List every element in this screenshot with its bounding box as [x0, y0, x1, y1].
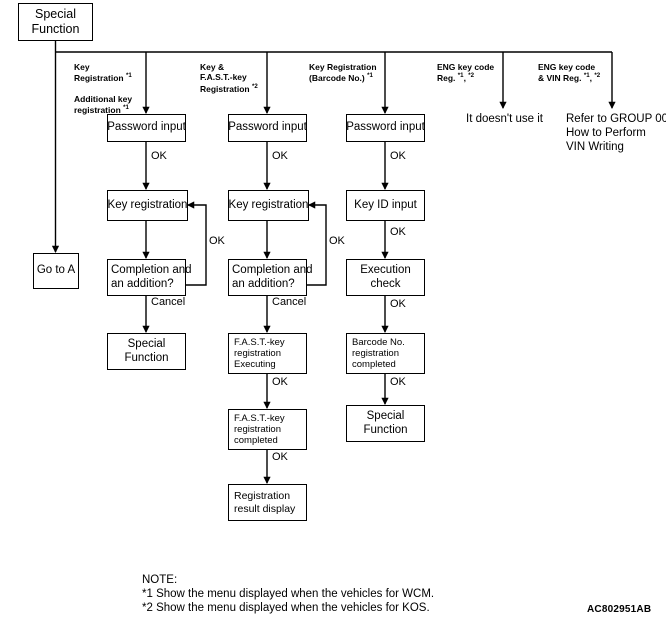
note-line-2: *2 Show the menu displayed when the vehi…: [142, 602, 430, 614]
node-c3-barcode-registration-completed[interactable]: Barcode No. registration completed: [346, 333, 425, 374]
edge-label-c3-ok-1: OK: [390, 150, 406, 162]
node-c2-fast-key-registration-completed[interactable]: F.A.S.T.-key registration completed: [228, 409, 307, 450]
node-c3-key-id-input[interactable]: Key ID input: [346, 190, 425, 221]
node-c2-password-input[interactable]: Password input: [228, 114, 307, 142]
node-label: Execution: [360, 263, 411, 276]
node-label: Function: [124, 351, 169, 364]
edge-label-c1-ok-1: OK: [151, 150, 167, 162]
node-label: Special: [35, 7, 76, 22]
node-label: Function: [363, 423, 408, 436]
node-c2-fast-key-registration-executing[interactable]: F.A.S.T.-key registration Executing: [228, 333, 307, 374]
edge-label-c2-ok-loop: OK: [329, 235, 345, 247]
edge-label-c1-cancel: Cancel: [151, 296, 186, 308]
edge-label-c2-ok-2: OK: [272, 376, 288, 388]
branch-label-eng-key-code-reg: ENG key code Reg. *1, *2: [437, 62, 495, 84]
branch-label-eng-key-code-vin-reg: ENG key code & VIN Reg. *1, *2: [538, 62, 601, 84]
edge-label-c2-cancel: Cancel: [272, 296, 307, 308]
node-label: Special: [366, 409, 405, 422]
terminal-refer-to-group-00: Refer to GROUP 00 How to Perform VIN Wri…: [566, 112, 666, 154]
node-special-function-root[interactable]: Special Function: [18, 3, 93, 41]
edge-label-c2-ok-1: OK: [272, 150, 288, 162]
figure-code: AC802951AB: [587, 604, 652, 615]
node-label: Key registration: [228, 198, 309, 211]
branch-label-key-registration-barcode: Key Registration (Barcode No.) *1: [309, 62, 377, 84]
node-label: completed: [352, 359, 396, 371]
node-c2-registration-result-display[interactable]: Registration result display: [228, 484, 307, 521]
node-c3-password-input[interactable]: Password input: [346, 114, 425, 142]
node-label: check: [370, 277, 401, 290]
terminal-it-doesnt-use-it: It doesn't use it: [466, 113, 543, 125]
flowchart-canvas: Special Function Key Registration *1 Add…: [0, 0, 666, 630]
node-label: Password input: [107, 121, 186, 134]
node-label: Key ID input: [354, 198, 417, 211]
node-label: Password input: [346, 121, 425, 134]
node-label: Executing: [234, 359, 276, 371]
node-c2-completion-addition[interactable]: Completion and an addition?: [228, 259, 313, 296]
node-label: Go to A: [36, 264, 76, 277]
node-label: an addition?: [111, 277, 174, 290]
node-label: Special: [127, 337, 166, 350]
terminal-line-3: VIN Writing: [566, 141, 624, 154]
node-c1-special-function[interactable]: Special Function: [107, 333, 186, 370]
node-label: registration: [234, 347, 281, 359]
node-label: Barcode No.: [352, 336, 405, 348]
node-label: registration: [234, 423, 281, 435]
edge-label-c2-ok-3: OK: [272, 451, 288, 463]
node-label: registration: [352, 347, 399, 359]
node-label: completed: [234, 435, 278, 447]
node-label: Registration: [234, 490, 291, 503]
node-label: Key registration: [107, 198, 188, 211]
branch-label-key-registration: Key Registration *1 Additional key regis…: [74, 62, 133, 116]
node-c1-password-input[interactable]: Password input: [107, 114, 186, 142]
node-label: Function: [31, 22, 80, 36]
node-c1-completion-addition[interactable]: Completion and an addition?: [107, 259, 192, 296]
node-label: an addition?: [232, 277, 295, 290]
terminal-line-1: Refer to GROUP 00: [566, 113, 666, 125]
edge-label-c3-ok-3: OK: [390, 298, 406, 310]
node-label: Password input: [228, 121, 307, 134]
node-go-to-a[interactable]: Go to A: [33, 253, 79, 289]
node-c3-execution-check[interactable]: Execution check: [346, 259, 425, 296]
node-label: Completion and: [111, 263, 192, 276]
node-c1-key-registration[interactable]: Key registration: [107, 190, 188, 221]
branch-label-key-fast-key-registration: Key & F.A.S.T.-key Registration *2: [200, 62, 258, 94]
node-label: result display: [234, 502, 296, 515]
node-c2-key-registration[interactable]: Key registration: [228, 190, 309, 221]
node-c3-special-function[interactable]: Special Function: [346, 405, 425, 442]
edge-label-c3-ok-2: OK: [390, 226, 406, 238]
node-label: F.A.S.T.-key: [234, 412, 285, 424]
node-label: F.A.S.T.-key: [234, 336, 285, 348]
edge-label-c1-ok-loop: OK: [209, 235, 225, 247]
edge-label-c3-ok-4: OK: [390, 376, 406, 388]
terminal-line-2: How to Perform: [566, 127, 646, 140]
node-label: Completion and: [232, 263, 313, 276]
